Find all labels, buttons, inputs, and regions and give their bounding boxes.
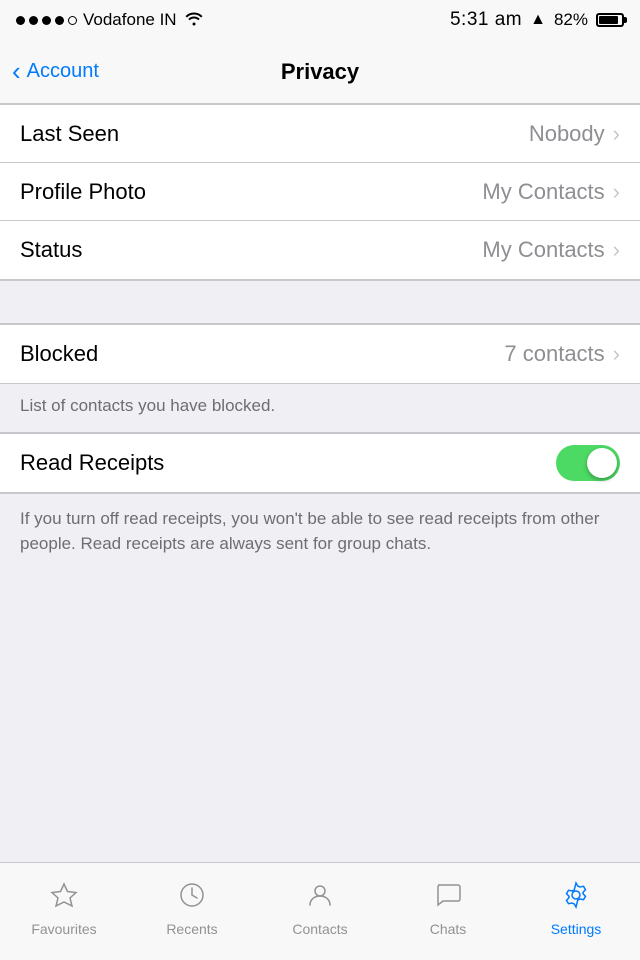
page-title: Privacy — [281, 59, 359, 85]
nav-bar: ‹ Account Privacy — [0, 40, 640, 104]
wifi-icon — [183, 10, 205, 31]
last-seen-label: Last Seen — [20, 121, 119, 147]
profile-photo-value-wrap: My Contacts › — [482, 179, 620, 205]
tab-bar: Favourites Recents Contacts Chats — [0, 862, 640, 960]
last-seen-chevron-icon: › — [613, 121, 620, 147]
privacy-section: Last Seen Nobody › Profile Photo My Cont… — [0, 104, 640, 280]
status-chevron-icon: › — [613, 237, 620, 263]
main-content: Last Seen Nobody › Profile Photo My Cont… — [0, 104, 640, 671]
tab-settings[interactable]: Settings — [512, 863, 640, 960]
tab-favourites-label: Favourites — [31, 921, 96, 937]
spacer-1 — [0, 280, 640, 324]
read-receipts-description: If you turn off read receipts, you won't… — [0, 493, 640, 573]
blocked-chevron-icon: › — [613, 341, 620, 367]
status-label: Status — [20, 237, 82, 263]
status-time: 5:31 am — [450, 9, 522, 31]
tab-chats-label: Chats — [430, 921, 467, 937]
profile-photo-chevron-icon: › — [613, 179, 620, 205]
tab-recents[interactable]: Recents — [128, 863, 256, 960]
status-bar: Vodafone IN 5:31 am ▲ 82% — [0, 0, 640, 40]
back-chevron-icon: ‹ — [12, 56, 21, 87]
read-receipts-group: Read Receipts — [0, 433, 640, 493]
status-right: 5:31 am ▲ 82% — [450, 9, 624, 31]
dot-1 — [16, 16, 25, 25]
back-label: Account — [27, 60, 99, 83]
profile-photo-label: Profile Photo — [20, 179, 146, 205]
carrier-label: Vodafone IN — [83, 10, 177, 30]
toggle-knob — [587, 448, 617, 478]
read-receipts-toggle[interactable] — [556, 445, 620, 481]
status-left: Vodafone IN — [16, 10, 205, 31]
blocked-item[interactable]: Blocked 7 contacts › — [0, 325, 640, 383]
blocked-value: 7 contacts — [504, 341, 604, 367]
battery-percentage: 82% — [554, 10, 588, 30]
contacts-icon — [305, 880, 335, 917]
read-receipts-label: Read Receipts — [20, 450, 164, 476]
blocked-label: Blocked — [20, 341, 98, 367]
back-button[interactable]: ‹ Account — [12, 56, 99, 87]
dot-4 — [55, 16, 64, 25]
status-value-wrap: My Contacts › — [482, 237, 620, 263]
chats-icon — [433, 880, 463, 917]
settings-icon — [561, 880, 591, 917]
privacy-group: Last Seen Nobody › Profile Photo My Cont… — [0, 104, 640, 280]
tab-favourites[interactable]: Favourites — [0, 863, 128, 960]
location-icon: ▲ — [530, 11, 546, 29]
read-receipts-section: Read Receipts If you turn off read recei… — [0, 433, 640, 573]
dot-2 — [29, 16, 38, 25]
blocked-section: Blocked 7 contacts › List of contacts yo… — [0, 324, 640, 433]
tab-contacts-label: Contacts — [292, 921, 347, 937]
blocked-value-wrap: 7 contacts › — [504, 341, 620, 367]
last-seen-item[interactable]: Last Seen Nobody › — [0, 105, 640, 163]
dot-3 — [42, 16, 51, 25]
read-receipts-toggle-wrap — [556, 445, 620, 481]
recents-icon — [177, 880, 207, 917]
status-item[interactable]: Status My Contacts › — [0, 221, 640, 279]
read-receipts-item[interactable]: Read Receipts — [0, 434, 640, 492]
tab-recents-label: Recents — [166, 921, 217, 937]
blocked-group: Blocked 7 contacts › — [0, 324, 640, 384]
last-seen-value: Nobody — [529, 121, 605, 147]
profile-photo-item[interactable]: Profile Photo My Contacts › — [0, 163, 640, 221]
battery-icon — [596, 13, 624, 27]
last-seen-value-wrap: Nobody › — [529, 121, 620, 147]
favourites-icon — [49, 880, 79, 917]
dot-5 — [68, 16, 77, 25]
profile-photo-value: My Contacts — [482, 179, 604, 205]
tab-settings-label: Settings — [551, 921, 602, 937]
tab-chats[interactable]: Chats — [384, 863, 512, 960]
blocked-description: List of contacts you have blocked. — [0, 384, 640, 433]
tab-contacts[interactable]: Contacts — [256, 863, 384, 960]
signal-dots — [16, 16, 77, 25]
status-value: My Contacts — [482, 237, 604, 263]
